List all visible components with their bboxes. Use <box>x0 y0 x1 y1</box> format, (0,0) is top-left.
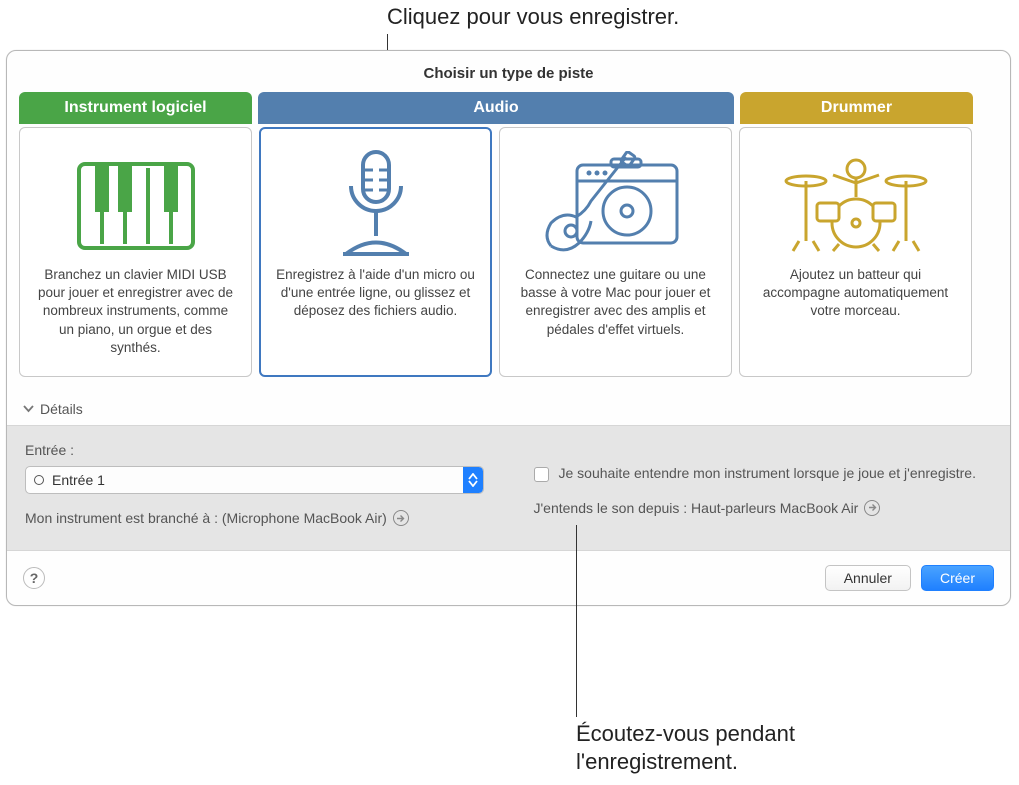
monitor-checkbox[interactable] <box>534 467 549 482</box>
details-disclosure[interactable]: Détails <box>7 377 1010 425</box>
arrow-right-circle-icon <box>393 510 409 526</box>
create-button[interactable]: Créer <box>921 565 994 591</box>
help-button[interactable]: ? <box>23 567 45 589</box>
track-type-cards: Branchez un clavier MIDI USB pour jouer … <box>7 124 1010 377</box>
input-label: Entrée : <box>25 442 484 458</box>
input-device-line[interactable]: Mon instrument est branché à : (Micropho… <box>25 510 484 526</box>
choose-track-type-dialog: Choisir un type de piste Instrument logi… <box>6 50 1011 606</box>
card-mic-desc: Enregistrez à l'aide d'un micro ou d'une… <box>276 266 476 321</box>
card-software-instrument[interactable]: Branchez un clavier MIDI USB pour jouer … <box>19 127 252 377</box>
chevron-down-icon <box>23 401 34 417</box>
details-label: Détails <box>40 401 83 417</box>
guitar-amp-icon <box>516 146 715 266</box>
output-device-line[interactable]: J'entends le son depuis : Haut-parleurs … <box>534 500 993 516</box>
keyboard-icon <box>36 146 235 266</box>
input-select[interactable]: Entrée 1 <box>25 466 484 494</box>
stepper-arrows-icon <box>463 467 483 493</box>
dialog-footer: ? Annuler Créer <box>7 551 1010 605</box>
input-select-value: Entrée 1 <box>52 472 463 488</box>
cancel-button[interactable]: Annuler <box>825 565 911 591</box>
track-type-tabs: Instrument logiciel Audio Drummer <box>7 92 1010 124</box>
card-guitar-desc: Connectez une guitare ou une basse à vot… <box>516 266 715 339</box>
input-channel-icon <box>34 475 44 485</box>
output-device-text: J'entends le son depuis : Haut-parleurs … <box>534 500 859 516</box>
tab-audio[interactable]: Audio <box>258 92 734 124</box>
dialog-title: Choisir un type de piste <box>7 51 1010 92</box>
card-software-desc: Branchez un clavier MIDI USB pour jouer … <box>36 266 235 357</box>
microphone-icon <box>276 146 476 266</box>
callout-record-yourself: Cliquez pour vous enregistrer. <box>387 4 679 30</box>
drumkit-icon <box>756 146 955 266</box>
tab-software-instrument[interactable]: Instrument logiciel <box>19 92 252 124</box>
monitor-label: Je souhaite entendre mon instrument lors… <box>559 464 976 484</box>
card-audio-guitar[interactable]: Connectez une guitare ou une basse à vot… <box>499 127 732 377</box>
monitor-checkbox-row[interactable]: Je souhaite entendre mon instrument lors… <box>534 464 993 484</box>
card-drummer[interactable]: Ajoutez un batteur qui accompagne automa… <box>739 127 972 377</box>
tab-drummer[interactable]: Drummer <box>740 92 973 124</box>
details-panel: Entrée : Entrée 1 Mon instrument est bra… <box>7 425 1010 551</box>
card-audio-mic[interactable]: Enregistrez à l'aide d'un micro ou d'une… <box>259 127 492 377</box>
callout-monitor-yourself: Écoutez-vous pendant l'enregistrement. <box>576 720 795 775</box>
arrow-right-circle-icon <box>864 500 880 516</box>
input-device-text: Mon instrument est branché à : (Micropho… <box>25 510 387 526</box>
card-drummer-desc: Ajoutez un batteur qui accompagne automa… <box>756 266 955 321</box>
callout-line-bottom <box>576 525 577 717</box>
